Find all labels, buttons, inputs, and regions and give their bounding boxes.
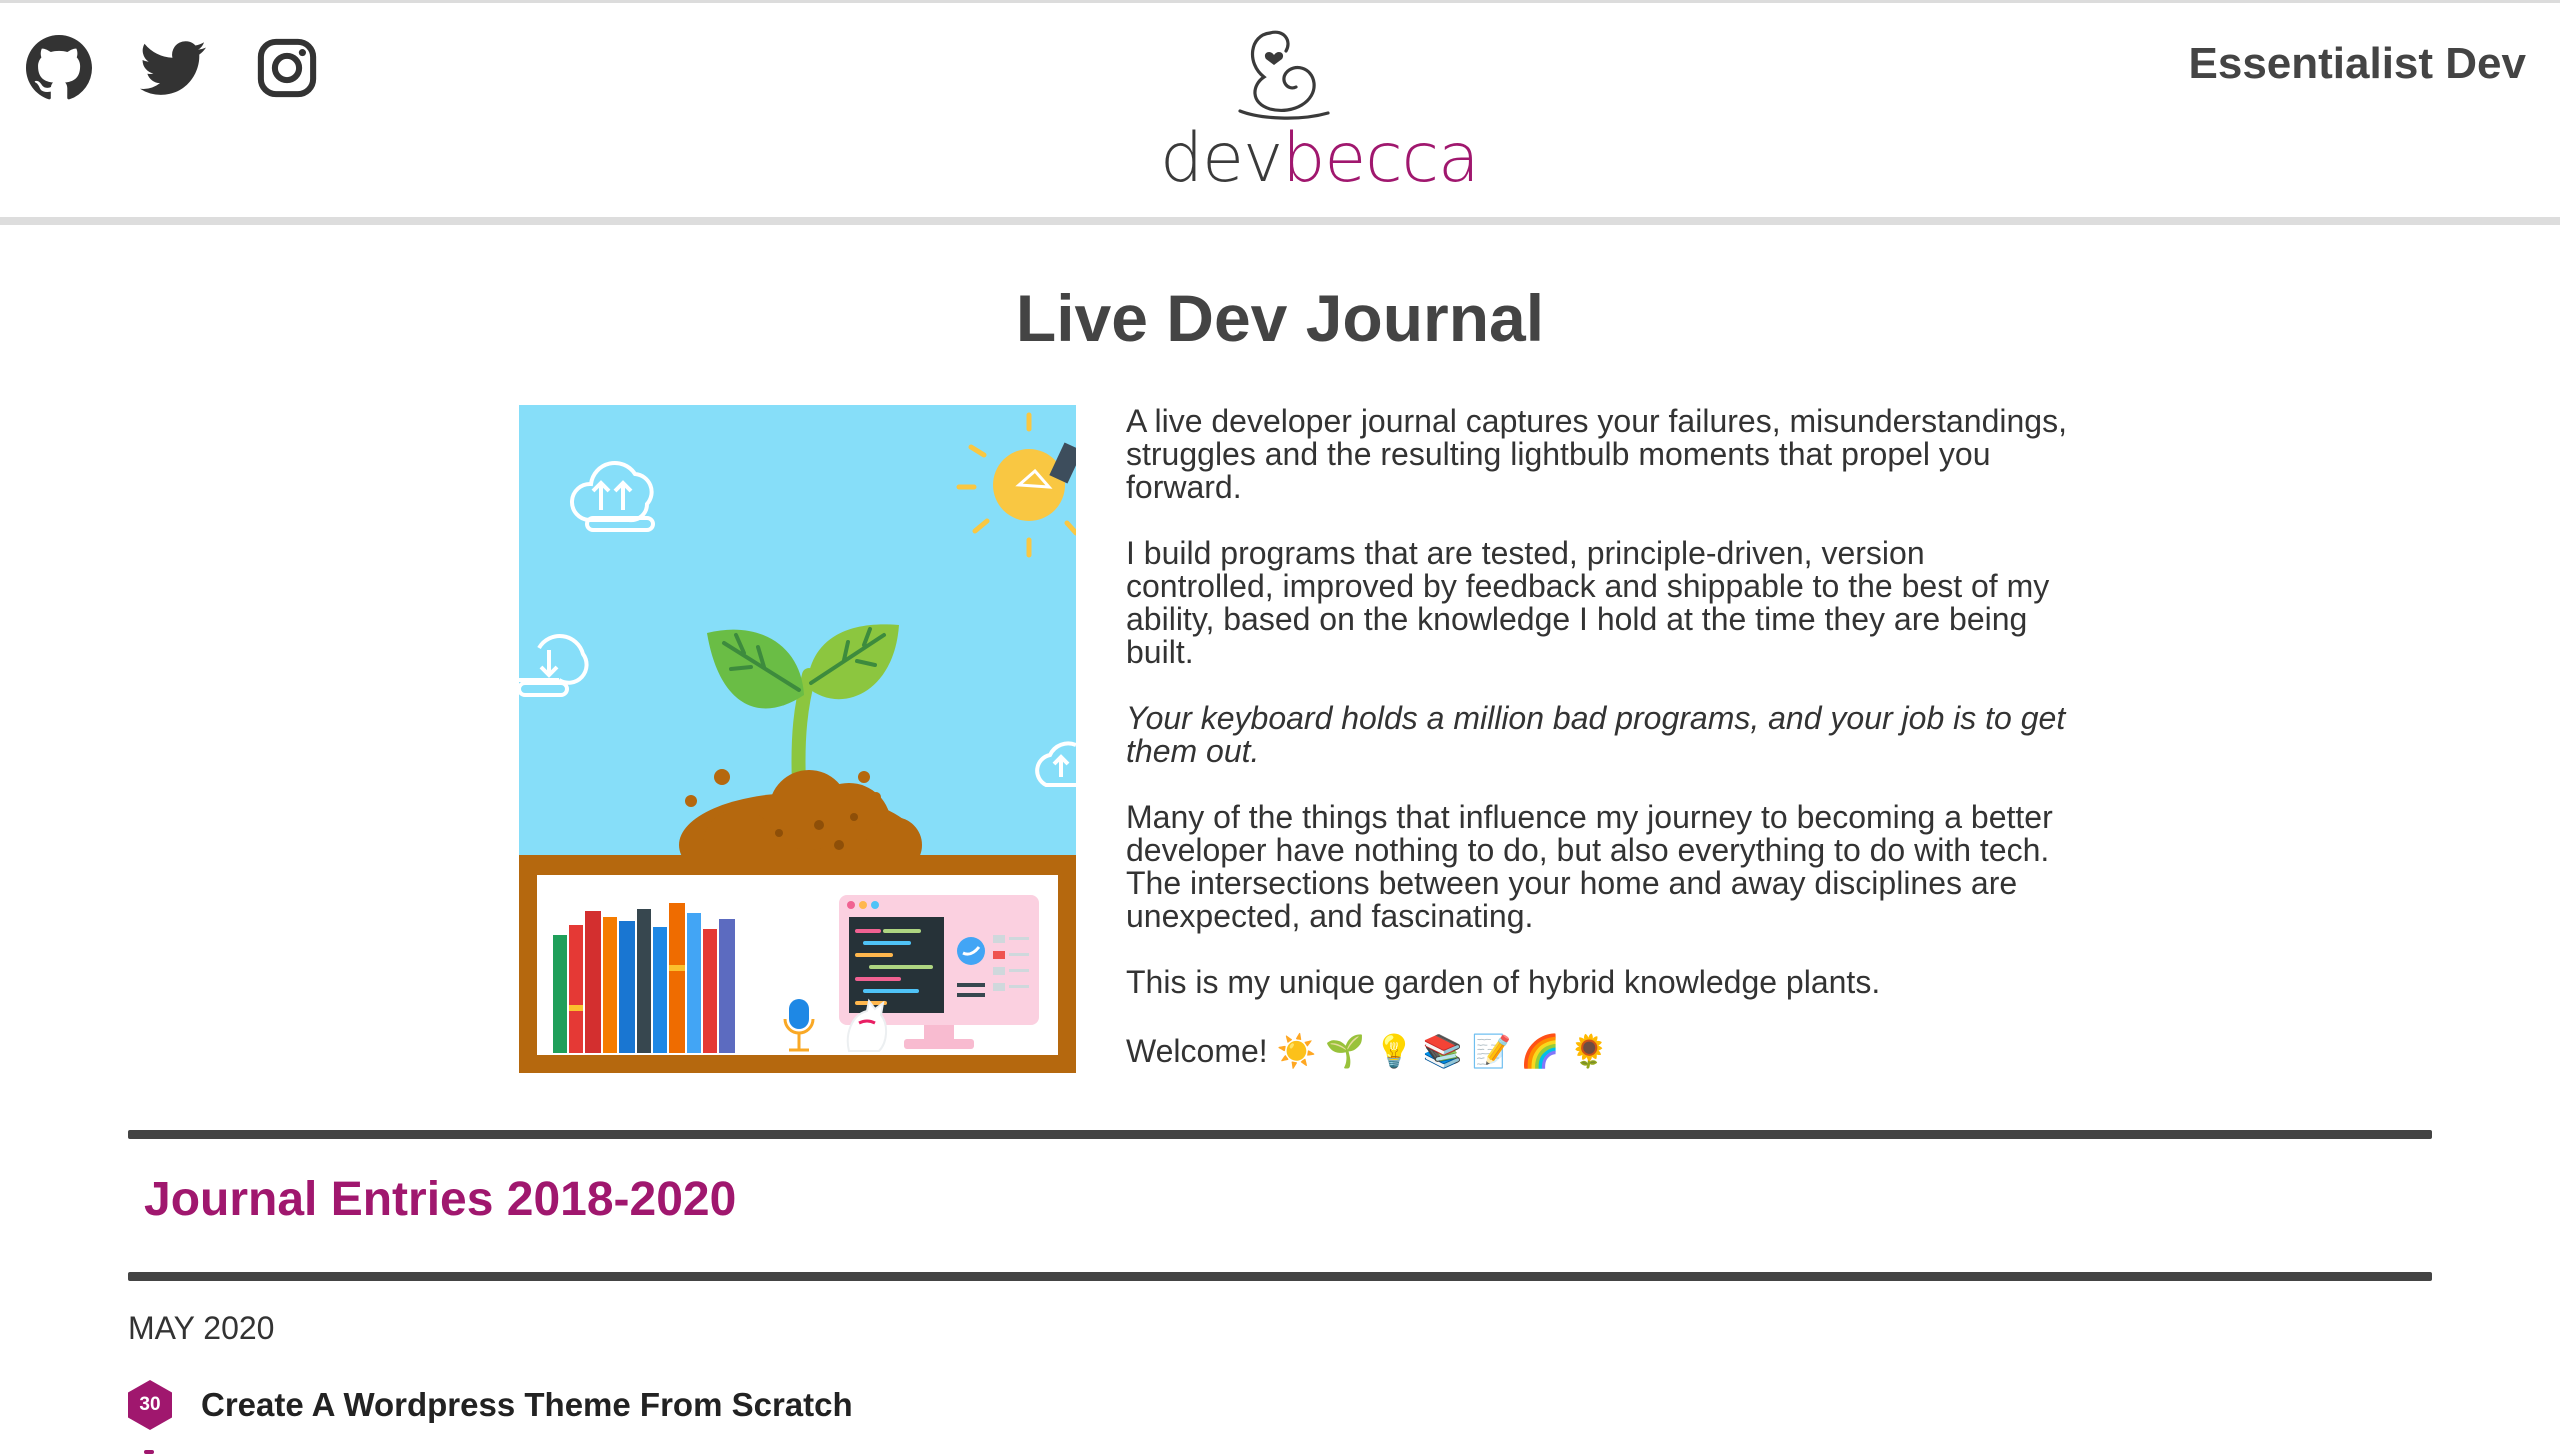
- page-title: Live Dev Journal: [1015, 281, 1545, 355]
- intro-paragraph-1: A live developer journal captures your f…: [1126, 403, 2067, 505]
- github-icon: [26, 35, 92, 100]
- devbecca-logo[interactable]: devbecca: [1160, 23, 1480, 203]
- date-badge-day: 30: [139, 1394, 161, 1415]
- intro-paragraph-4: Many of the things that influence my jou…: [1126, 799, 2053, 934]
- journal-entry[interactable]: 30 Create A Wordpress Theme From Scratch: [128, 1380, 853, 1430]
- logo-wordmark: devbecca: [1160, 125, 1480, 193]
- site-title-link[interactable]: Essentialist Dev: [2189, 39, 2527, 89]
- instagram-link[interactable]: [254, 35, 320, 101]
- welcome-text: Welcome! ☀️ 🌱 💡 📚 📝 🌈 🌻: [1126, 1033, 1609, 1069]
- section-divider-bottom: [128, 1272, 2432, 1281]
- section-divider-top: [128, 1130, 2432, 1139]
- hero-illustration: [519, 405, 1076, 1073]
- twitter-icon: [140, 41, 206, 95]
- logo-dev-text: dev: [1160, 119, 1283, 198]
- github-link[interactable]: [26, 35, 92, 101]
- site-header: devbecca Essentialist Dev: [0, 3, 2560, 217]
- intro-quote: Your keyboard holds a million bad progra…: [1126, 700, 2066, 769]
- entry-title: Create A Wordpress Theme From Scratch: [201, 1386, 853, 1423]
- twitter-link[interactable]: [140, 35, 206, 101]
- logo-snail-icon: [1238, 30, 1330, 120]
- intro-paragraph-5: This is my unique garden of hybrid knowl…: [1126, 964, 1881, 1000]
- instagram-icon: [257, 38, 317, 98]
- month-label: MAY 2020: [128, 1310, 275, 1346]
- next-entry-badge-edge: [144, 1450, 154, 1454]
- header-divider: [0, 217, 2560, 225]
- social-links: [26, 35, 320, 101]
- intro-paragraph-2: I build programs that are tested, princi…: [1126, 535, 2050, 670]
- logo-becca-text: becca: [1282, 119, 1479, 198]
- date-badge: 30: [128, 1380, 172, 1430]
- journal-heading: Journal Entries 2018-2020: [144, 1173, 737, 1226]
- intro-text: A live developer journal captures your f…: [1126, 405, 2076, 1101]
